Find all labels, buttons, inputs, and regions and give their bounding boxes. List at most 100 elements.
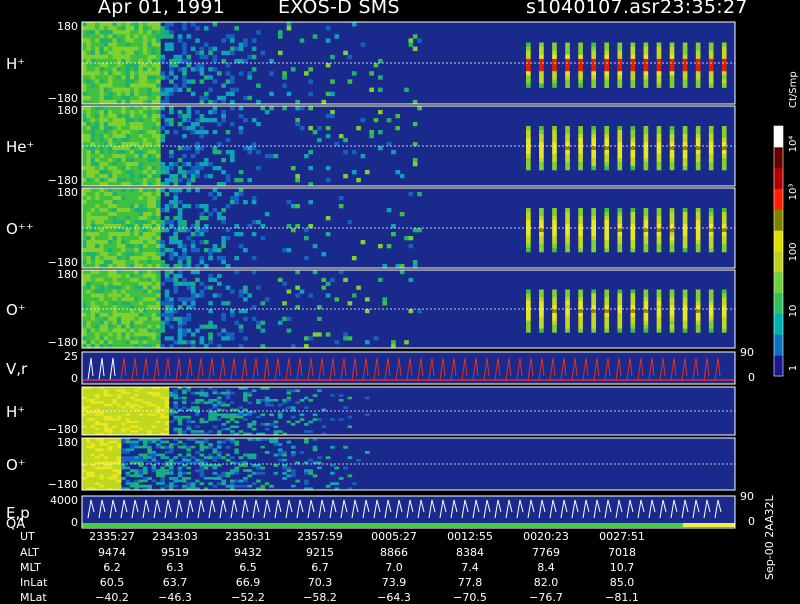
heatmap-cell (282, 443, 287, 447)
heatmap-cell (338, 477, 344, 480)
heatmap-cell (604, 208, 610, 213)
heatmap-cell (112, 401, 118, 405)
heatmap-cell (99, 252, 105, 257)
heatmap-cell (134, 114, 139, 119)
heatmap-cell (116, 277, 122, 282)
heatmap-cell (125, 260, 131, 265)
heatmap-cell (82, 22, 87, 27)
heatmap-cell (112, 71, 118, 76)
heatmap-cell (99, 87, 105, 92)
heatmap-cell (82, 440, 87, 444)
heatmap-cell (591, 216, 596, 221)
heatmap-cell (656, 42, 662, 47)
heatmap-cell (121, 95, 126, 101)
heatmap-cell (230, 391, 235, 395)
table-cell: −81.1 (605, 591, 639, 604)
heatmap-cell (90, 484, 96, 488)
heatmap-cell (169, 418, 174, 421)
heatmap-cell (147, 252, 152, 257)
heatmap-cell (539, 50, 544, 56)
heatmap-cell (234, 420, 240, 424)
heatmap-cell (138, 474, 144, 478)
heatmap-cell (299, 406, 305, 409)
heatmap-cell (86, 423, 91, 426)
heatmap-cell (669, 216, 675, 221)
heatmap-cell (208, 248, 213, 253)
heatmap-cell (304, 154, 309, 159)
heatmap-cell (552, 146, 557, 151)
heatmap-cell (669, 297, 675, 302)
heatmap-cell (112, 50, 118, 56)
heatmap-cell (286, 328, 292, 333)
heatmap-cell (134, 71, 139, 76)
heatmap-cell (134, 471, 139, 475)
heatmap-cell (99, 110, 105, 115)
heatmap-cell (526, 146, 531, 151)
heatmap-cell (134, 91, 139, 97)
heatmap-cell (173, 401, 179, 405)
heatmap-cell (86, 415, 91, 419)
heatmap-cell (643, 63, 649, 68)
heatmap-cell (578, 71, 583, 76)
heatmap-cell (338, 204, 344, 209)
heatmap-cell (182, 146, 187, 151)
heatmap-cell (177, 212, 183, 217)
heatmap-cell (216, 477, 222, 480)
heatmap-cell (116, 158, 122, 163)
heatmap-cell (142, 406, 148, 409)
table-cell: 70.3 (307, 576, 333, 589)
heatmap-cell (565, 71, 570, 76)
heatmap-cell (169, 252, 174, 257)
heatmap-cell (82, 248, 87, 253)
heatmap-cell (526, 138, 531, 143)
heatmap-cell (82, 158, 87, 163)
heatmap-cell (116, 146, 122, 151)
heatmap-cell (129, 138, 135, 143)
heatmap-cell (208, 469, 213, 473)
heatmap-cell (156, 443, 161, 447)
heatmap-cell (208, 67, 213, 72)
heatmap-cell (578, 54, 583, 60)
heatmap-cell (108, 22, 113, 27)
heatmap-cell (112, 320, 118, 325)
heatmap-cell (234, 474, 240, 478)
heatmap-cell (578, 126, 583, 131)
heatmap-cell (103, 110, 109, 115)
heatmap-cell (299, 38, 305, 43)
heatmap-cell (277, 320, 283, 325)
heatmap-cell (112, 273, 118, 279)
heatmap-cell (526, 312, 531, 318)
heatmap-cell (199, 340, 205, 345)
heatmap-cell (125, 469, 131, 473)
heatmap-cell (99, 50, 105, 56)
heatmap-cell (99, 63, 105, 68)
heatmap-cell (182, 174, 187, 179)
heatmap-cell (682, 301, 688, 306)
heatmap-cell (116, 445, 122, 449)
heatmap-cell (90, 30, 96, 35)
heatmap-cell (169, 411, 174, 414)
heatmap-cell (264, 451, 270, 454)
heatmap-cell (90, 63, 96, 68)
heatmap-cell (129, 391, 135, 395)
heatmap-cell (177, 418, 183, 421)
heatmap-cell (134, 192, 139, 197)
heatmap-cell (160, 464, 166, 467)
heatmap-cell (243, 394, 248, 397)
heatmap-cell (203, 394, 209, 397)
heatmap-cell (112, 240, 118, 245)
heatmap-cell (604, 220, 610, 225)
heatmap-cell (565, 83, 570, 88)
heatmap-cell (82, 309, 87, 314)
heatmap-cell (86, 477, 91, 480)
heatmap-cell (264, 396, 270, 400)
heatmap-cell (125, 389, 131, 393)
heatmap-cell (134, 328, 139, 333)
heatmap-cell (103, 415, 109, 419)
heatmap-cell (630, 248, 636, 253)
heatmap-cell (129, 188, 135, 193)
heatmap-cell (591, 83, 596, 88)
heatmap-cell (182, 484, 187, 488)
heatmap-cell (382, 301, 388, 306)
heatmap-cell (138, 273, 144, 279)
